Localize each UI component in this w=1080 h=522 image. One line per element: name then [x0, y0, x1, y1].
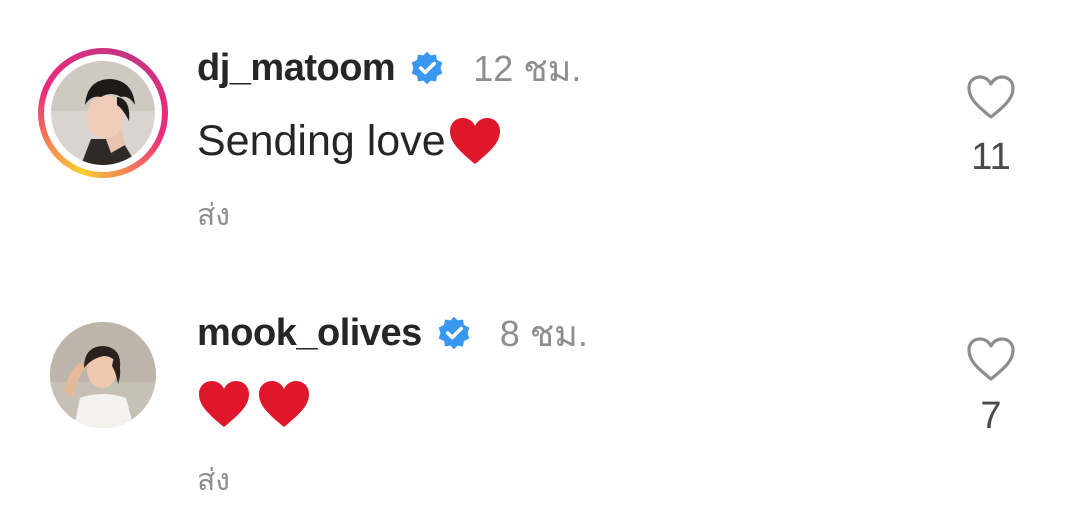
username[interactable]: dj_matoom [197, 47, 396, 90]
comment-header: dj_matoom 12 ชม. [197, 40, 581, 96]
like-heart-icon[interactable] [966, 336, 1016, 382]
like-heart-icon[interactable] [966, 74, 1016, 120]
comment-item: mook_olives 8 ชม. ส่ง 7 [0, 261, 1080, 522]
comment-header: mook_olives 8 ชม. [197, 305, 588, 361]
like-count: 7 [980, 395, 1002, 437]
user-avatar-image [50, 322, 156, 428]
comment-text [197, 373, 317, 435]
avatar[interactable] [38, 48, 168, 178]
reply-button[interactable]: ส่ง [197, 457, 230, 504]
comment-text-content: Sending love [197, 116, 446, 165]
like-count: 11 [971, 136, 1011, 178]
red-heart-emoji-icon [449, 118, 500, 164]
comment-text: Sending love [197, 110, 502, 172]
verified-badge-icon [438, 316, 470, 350]
username[interactable]: mook_olives [197, 312, 422, 355]
user-avatar-image [51, 61, 155, 165]
red-heart-emoji-icon [199, 381, 249, 427]
timestamp: 12 ชม. [473, 47, 582, 89]
comment-item: dj_matoom 12 ชม. Sending love ส่ง 11 [0, 0, 1080, 261]
timestamp: 8 ชม. [499, 312, 588, 354]
avatar[interactable] [38, 322, 168, 452]
verified-badge-icon [411, 51, 443, 85]
reply-button[interactable]: ส่ง [197, 192, 230, 239]
red-heart-emoji-icon [259, 381, 309, 427]
